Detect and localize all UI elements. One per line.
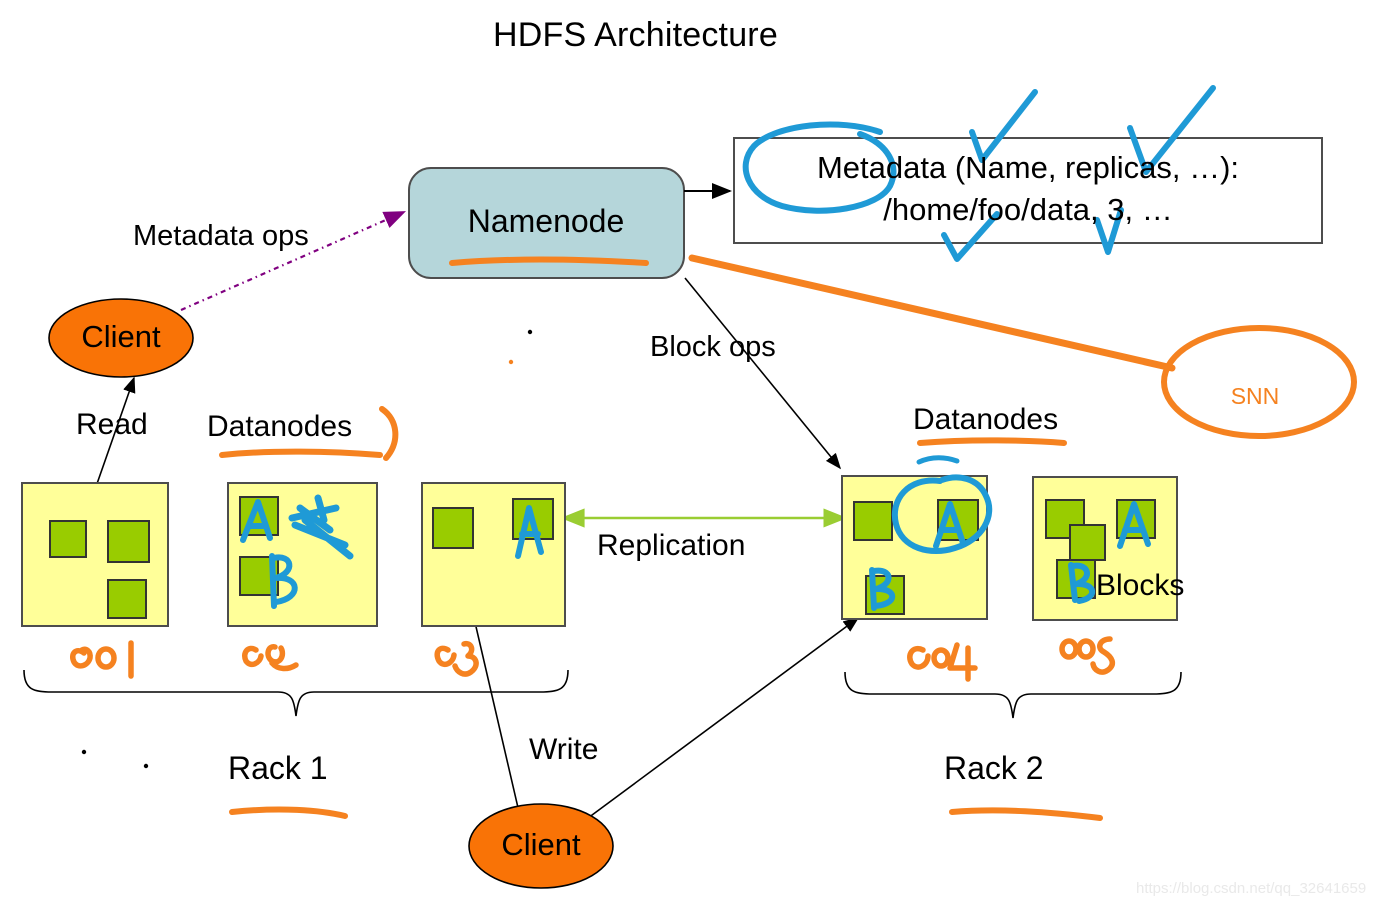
- page-title: HDFS Architecture: [493, 16, 778, 54]
- rack2-brace: [844, 671, 1182, 719]
- datanodes-left-label: Datanodes: [207, 410, 353, 443]
- rack2-label: Rack 2: [944, 750, 1044, 786]
- handwritten-005: [1059, 636, 1116, 675]
- annotation-layer-orange: [219, 254, 1357, 821]
- read-label: Read: [76, 408, 148, 441]
- write-label: Write: [529, 733, 599, 766]
- block-ops-arrow: [684, 277, 842, 470]
- block: [853, 501, 893, 541]
- metadata-line-1: Metadata (Name, replicas, …):: [816, 150, 1240, 185]
- write-arrow-rack2: [587, 617, 860, 819]
- watermark: https://blog.csdn.net/qq_32641659: [1136, 880, 1367, 897]
- underline-namenode: [449, 256, 649, 266]
- block: [1069, 524, 1106, 561]
- namenode-label: Namenode: [467, 203, 625, 239]
- diagram-canvas: HDFS Architecture Namenode Metadata (Nam…: [0, 0, 1386, 911]
- underline-datanodes-right: [917, 437, 1067, 446]
- block: [107, 520, 150, 563]
- metadata-line-2: /home/foo/data, 3, …: [883, 192, 1173, 227]
- replication-label: Replication: [597, 529, 746, 562]
- bracket-datanodes-left: [379, 406, 399, 461]
- underline-rack1: [229, 806, 348, 819]
- block: [432, 507, 474, 549]
- diagram-vector-layer: [21, 85, 1357, 889]
- blue-mark-datanodes-right: [916, 455, 960, 465]
- client-top-label: Client: [81, 319, 161, 354]
- block: [49, 520, 87, 558]
- annotation-node-ids: [70, 636, 1116, 682]
- datanode-002[interactable]: [227, 482, 378, 627]
- datanodes-right-label: Datanodes: [913, 403, 1059, 436]
- handwritten-003: [434, 640, 479, 677]
- block: [107, 579, 147, 619]
- snn-label: SNN: [1230, 383, 1280, 409]
- underline-datanodes-left: [219, 448, 383, 458]
- blocks-label: Blocks: [1096, 569, 1185, 602]
- snn-ellipse: [1161, 325, 1357, 439]
- handwritten-002: [242, 644, 299, 672]
- handwritten-004: [907, 642, 978, 682]
- handwritten-001: [70, 640, 134, 679]
- rack1-label: Rack 1: [228, 750, 328, 786]
- metadata-ops-label: Metadata ops: [133, 220, 309, 252]
- underline-rack2: [949, 807, 1103, 821]
- datanode-001[interactable]: [21, 482, 169, 627]
- block-ops-label: Block ops: [650, 331, 776, 363]
- datanode-003[interactable]: [421, 482, 566, 627]
- rack1-brace: [23, 669, 569, 717]
- client-bottom-label: Client: [501, 827, 581, 862]
